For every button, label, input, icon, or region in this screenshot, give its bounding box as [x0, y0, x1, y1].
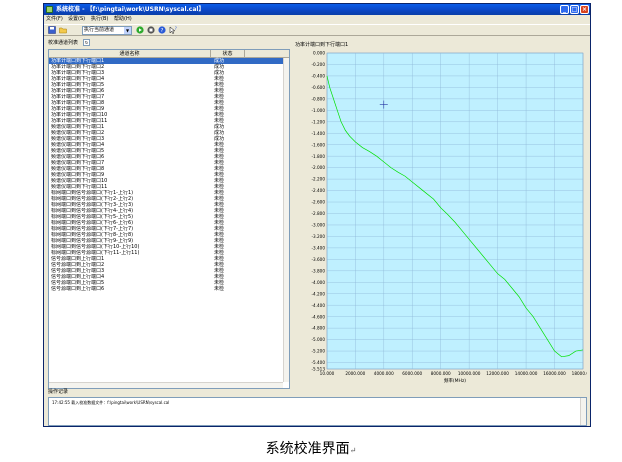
x-tick-label: 12000.000 — [486, 371, 509, 376]
channel-list: 通道名称 状态 功率计端口到下行端口1 成功 功率计端口到下行端口2 成功 功率计端口到… — [48, 49, 290, 389]
x-tick-label: 10.000 — [320, 371, 335, 376]
refresh-icon[interactable]: ↻ — [83, 39, 90, 46]
list-vertical-scrollbar[interactable] — [283, 58, 289, 382]
y-tick-label: -0.600 — [312, 85, 326, 90]
y-tick-label: -2.000 — [312, 165, 326, 170]
y-tick-label: -3.200 — [312, 234, 326, 239]
y-tick-label: -3.600 — [312, 257, 326, 262]
caption-return-mark: ↵ — [349, 446, 357, 455]
y-tick-label: -3.800 — [312, 268, 326, 273]
list-header: 通道名称 状态 — [49, 50, 289, 58]
x-tick-label: 6000.000 — [402, 371, 422, 376]
channel-rows: 功率计端口到下行端口1 成功 功率计端口到下行端口2 成功 功率计端口到下行端口3 成功功… — [49, 58, 289, 292]
y-tick-label: -2.600 — [312, 200, 326, 205]
log-label: 操作记录 — [48, 389, 69, 395]
help-icon[interactable]: ? — [157, 26, 166, 35]
menu-help[interactable]: 帮助(H) — [114, 16, 132, 23]
plot-area — [326, 52, 584, 370]
stop-icon[interactable] — [146, 26, 155, 35]
x-tick-label: 18000.000 — [572, 371, 587, 376]
menu-bar: 文件(F) 设置(S) 执行(B) 帮助(H) — [44, 15, 590, 24]
channel-status-cell: 未检 — [214, 286, 225, 292]
save-icon[interactable] — [47, 26, 56, 35]
y-tick-label: -5.000 — [312, 337, 326, 342]
x-axis-label: 频率(MHz) — [444, 377, 466, 384]
close-button[interactable]: × — [580, 5, 589, 14]
maximize-button[interactable]: □ — [570, 5, 579, 14]
y-tick-label: -5.200 — [312, 349, 326, 354]
menu-file[interactable]: 文件(F) — [46, 16, 63, 23]
window-title: 系统校准 - 【f:\pingtai\work\USRN\syscal.cal】 — [56, 6, 205, 13]
x-tick-label: 14000.000 — [515, 371, 538, 376]
x-tick-label: 4000.000 — [374, 371, 394, 376]
mode-select[interactable]: 执行当前通道 ▼ — [82, 26, 132, 35]
x-tick-label: 10000.000 — [458, 371, 481, 376]
app-icon — [46, 6, 53, 13]
y-tick-label: -4.000 — [312, 280, 326, 285]
play-icon[interactable] — [135, 26, 144, 35]
menu-execute[interactable]: 执行(B) — [91, 16, 108, 23]
x-tick-label: 2000.000 — [345, 371, 365, 376]
column-header-name[interactable]: 通道名称 — [49, 50, 211, 58]
y-tick-label: -2.800 — [312, 211, 326, 216]
x-tick-label: 8000.000 — [431, 371, 451, 376]
x-tick-label: 16000.000 — [543, 371, 566, 376]
svg-text:?: ? — [174, 26, 176, 31]
table-row[interactable]: 信号源端口到上行端口6 未检 — [49, 286, 289, 292]
y-tick-label: -4.600 — [312, 314, 326, 319]
y-tick-label: -3.400 — [312, 245, 326, 250]
minimize-button[interactable]: _ — [560, 5, 569, 14]
calibration-chart: 0.000 -0.200 -0.400 -0.600 -0.800 -1.000 -1.20… — [295, 49, 587, 389]
channel-list-label: 校准通道列表 — [48, 40, 79, 46]
menu-settings[interactable]: 设置(S) — [68, 16, 85, 23]
chevron-down-icon[interactable]: ▼ — [124, 27, 131, 34]
y-tick-label: -3.000 — [312, 223, 326, 228]
channel-name-cell: 信号源端口到上行端口6 — [51, 286, 105, 292]
y-tick-label: -1.400 — [312, 131, 326, 136]
y-tick-label: -2.400 — [312, 188, 326, 193]
svg-text:?: ? — [160, 28, 163, 34]
y-tick-label: -0.800 — [312, 96, 326, 101]
y-tick-label: -0.400 — [312, 74, 326, 79]
y-tick-label: -5.400 — [312, 360, 326, 365]
column-header-status[interactable]: 状态 — [211, 50, 245, 58]
app-window: 系统校准 - 【f:\pingtai\work\USRN\syscal.cal】… — [43, 3, 591, 427]
y-tick-label: -4.200 — [312, 291, 326, 296]
y-tick-label: -1.800 — [312, 154, 326, 159]
title-bar[interactable]: 系统校准 - 【f:\pingtai\work\USRN\syscal.cal】… — [44, 4, 590, 15]
chart-title: 功率计端口到下行端口1 — [295, 42, 349, 48]
y-tick-label: 0.000 — [313, 51, 325, 56]
pointer-help-icon[interactable]: ? — [168, 26, 177, 35]
caption-text: 系统校准界面 — [265, 441, 350, 457]
log-panel: 17:42:55 载入校准数据文件：f:\pingtai\work\USRN\s… — [48, 397, 587, 426]
mode-select-value: 执行当前通道 — [84, 27, 115, 33]
y-tick-label: -1.200 — [312, 119, 326, 124]
y-tick-label: -2.200 — [312, 177, 326, 182]
toolbar: 执行当前通道 ▼ ? ? — [44, 24, 590, 36]
open-folder-icon[interactable] — [58, 26, 67, 35]
log-vertical-scrollbar[interactable] — [580, 398, 586, 425]
log-line: 17:42:55 载入校准数据文件：f:\pingtai\work\USRN\s… — [52, 400, 170, 405]
y-tick-label: -1.600 — [312, 142, 326, 147]
y-tick-label: -0.200 — [312, 62, 326, 67]
figure-caption: 系统校准界面↵ — [0, 440, 622, 460]
y-tick-label: -4.800 — [312, 326, 326, 331]
y-tick-label: -4.400 — [312, 303, 326, 308]
list-horizontal-scrollbar[interactable] — [49, 382, 283, 388]
y-tick-label: -1.000 — [312, 108, 326, 113]
